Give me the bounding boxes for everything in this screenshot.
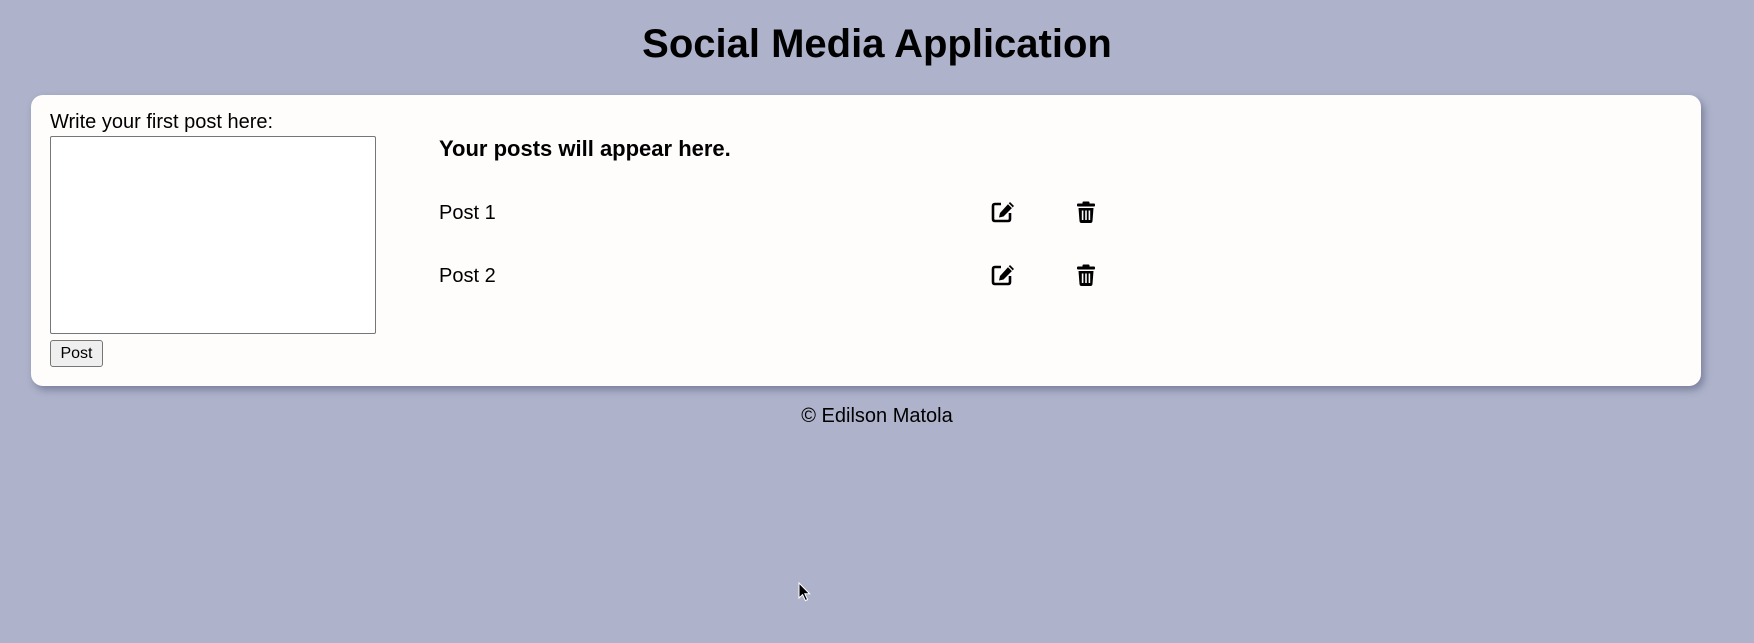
mouse-cursor-icon [798,582,811,602]
footer-copyright: © Edilson Matola [801,405,953,427]
post-text: Post 1 [439,202,496,224]
post-item: Post 1 [439,196,1119,228]
page-title: Social Media Application [642,22,1112,66]
trash-icon[interactable] [1072,261,1100,289]
post-text: Post 2 [439,265,496,287]
trash-icon[interactable] [1072,198,1100,226]
main-card: Write your first post here: Post Your po… [31,95,1701,386]
edit-icon[interactable] [989,198,1017,226]
post-textarea[interactable] [50,136,376,334]
post-button[interactable]: Post [50,340,103,367]
post-input-label: Write your first post here: [50,111,274,133]
edit-icon[interactable] [989,261,1017,289]
post-item: Post 2 [439,259,1119,291]
feed-heading: Your posts will appear here. [439,136,731,161]
